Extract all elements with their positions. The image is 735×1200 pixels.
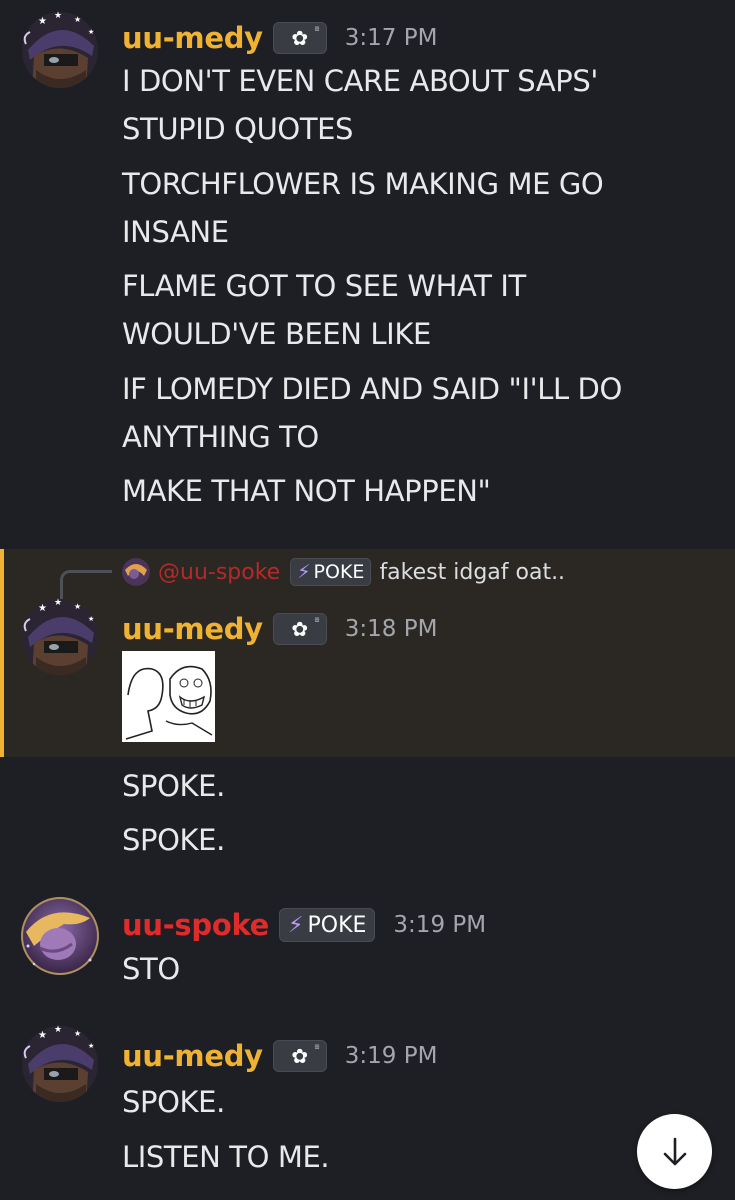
message-text: SPOKE. [122,1085,225,1119]
message-text: I DON'T EVEN CARE ABOUT SAPS' [122,64,598,98]
reply-avatar [122,558,150,586]
message-header: uu-spoke ⚡ POKE 3:19 PM [122,903,486,947]
timestamp: 3:19 PM [344,1043,438,1069]
message-text: INSANE [122,215,229,249]
username[interactable]: uu-medy [122,1039,263,1073]
message-text: SPOKE. [122,769,225,803]
message-header: uu-medy ✿ ꕥ 3:17 PM [122,16,437,60]
reply-connector [60,570,112,600]
arrow-down-icon [663,1137,686,1165]
reply-text: fakest idgaf oat.. [379,559,566,585]
svg-text:★: ★ [38,1030,47,1041]
username[interactable]: uu-medy [122,21,263,55]
message-text: IF LOMEDY DIED AND SAID "I'LL DO [122,372,622,406]
message-text: ANYTHING TO [122,420,319,454]
timestamp: 3:17 PM [344,25,438,51]
message-text: STUPID QUOTES [122,112,354,146]
svg-text:★: ★ [54,1025,62,1035]
message-header: uu-medy ✿ ꕥ 3:19 PM [122,1034,437,1078]
svg-text:★: ★ [38,603,47,614]
svg-text:★: ★ [88,1042,94,1050]
timestamp: 3:18 PM [344,616,438,642]
svg-text:★: ★ [88,615,94,623]
guild-tag-label: POKE [307,912,367,938]
guild-tag-badge[interactable]: ⚡ POKE [290,558,372,586]
message-header: uu-medy ✿ ꕥ 3:18 PM [122,607,437,651]
svg-text:★: ★ [74,15,81,24]
svg-text:★: ★ [74,602,81,611]
guild-tag-badge[interactable]: ⚡ POKE [279,908,376,942]
svg-text:★: ★ [74,1029,81,1038]
flower-icon[interactable]: ✿ ꕥ [272,22,327,54]
timestamp: 3:19 PM [393,912,487,938]
reply-mention[interactable]: @uu-spoke [158,560,280,585]
avatar-uu-medy[interactable]: ★ ★ ★ ★ [20,597,100,677]
avatar-uu-medy[interactable]: ★ ★ ★ ★ [20,10,100,90]
jump-to-present-button[interactable] [637,1114,712,1189]
svg-text:★: ★ [38,16,47,27]
message-text: WOULD'VE BEEN LIKE [122,317,431,351]
mention-highlight-bar [0,549,4,757]
image-attachment[interactable] [122,651,215,742]
lightning-bolt-icon: ⚡ [288,912,304,938]
svg-text:★: ★ [54,598,62,608]
message-text: TORCHFLOWER IS MAKING ME GO [122,167,604,201]
svg-text:★: ★ [54,11,62,21]
message-text: FLAME GOT TO SEE WHAT IT [122,269,526,303]
avatar-uu-medy[interactable]: ★ ★ ★ ★ [20,1024,100,1104]
message-text: MAKE THAT NOT HAPPEN" [122,474,491,508]
lightning-bolt-icon: ⚡ [297,561,311,583]
guild-tag-label: POKE [313,561,365,583]
avatar-uu-spoke[interactable] [20,896,100,976]
flower-icon[interactable]: ✿ ꕥ [272,613,327,645]
svg-text:★: ★ [88,28,94,36]
flower-icon[interactable]: ✿ ꕥ [272,1040,327,1072]
message-text: STO [122,952,180,986]
message-text: SPOKE. [122,823,225,857]
message-text: LISTEN TO ME. [122,1140,330,1174]
username[interactable]: uu-spoke [122,908,269,942]
reply-preview[interactable]: @uu-spoke ⚡ POKE fakest idgaf oat.. [122,556,565,588]
username[interactable]: uu-medy [122,612,263,646]
